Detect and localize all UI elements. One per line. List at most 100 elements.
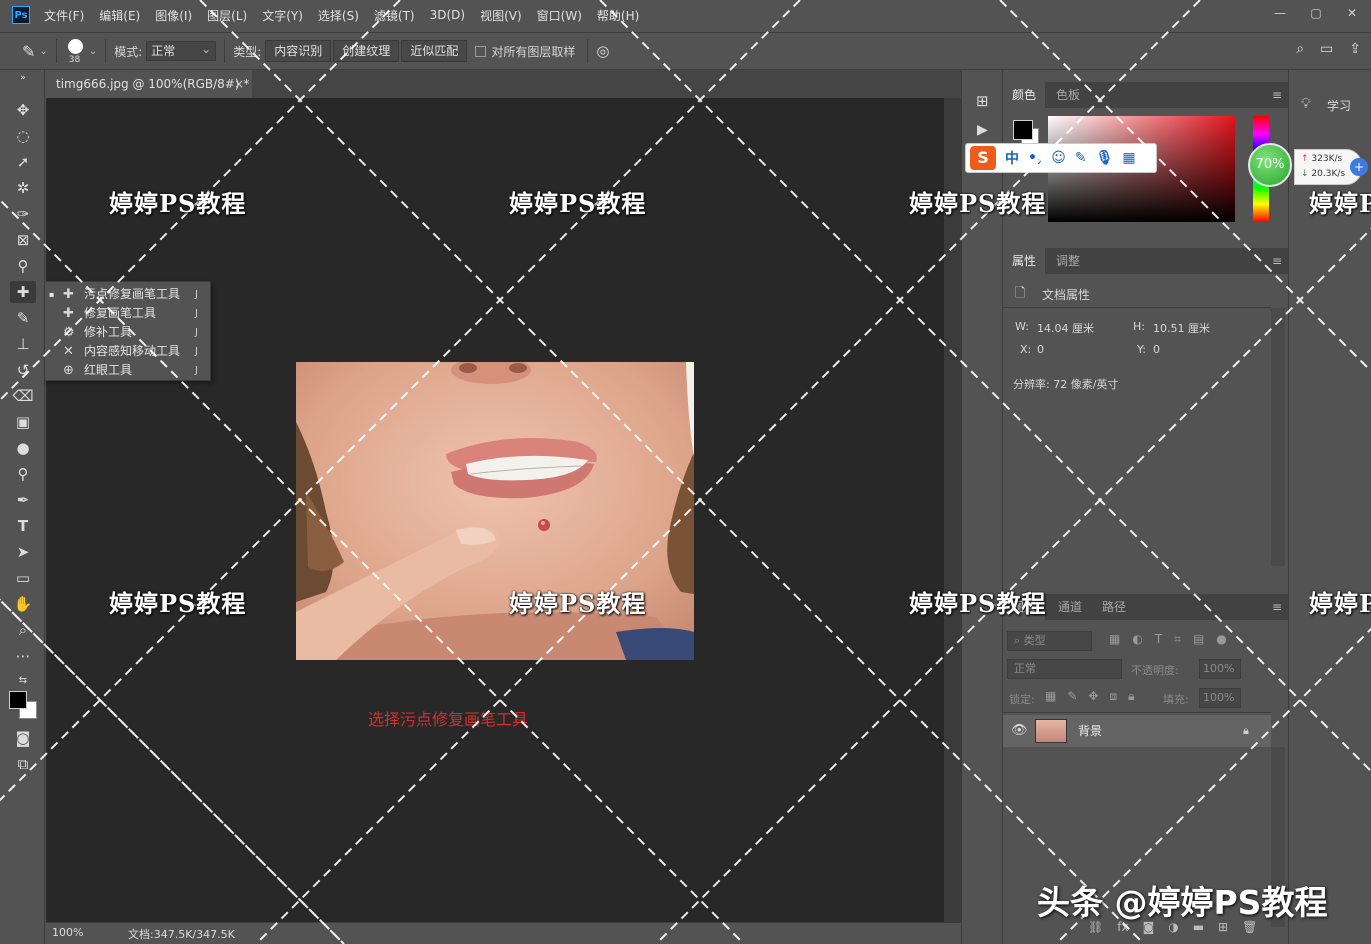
screen-mode-icon[interactable]: ⧉ bbox=[10, 753, 36, 775]
move-tool-icon[interactable]: ✥ bbox=[10, 99, 36, 121]
ime-logo[interactable]: S bbox=[970, 146, 996, 170]
frame-tool-icon[interactable]: ⊠ bbox=[10, 229, 36, 251]
filter-toggle-icon[interactable]: ● bbox=[1216, 632, 1226, 647]
tab-properties[interactable]: 属性 bbox=[1003, 248, 1046, 274]
stamp-tool-icon[interactable]: ⊥ bbox=[10, 333, 36, 355]
layer-filter-select[interactable]: ⌕ 类型 bbox=[1007, 631, 1092, 651]
learn-label[interactable]: 学习 bbox=[1327, 97, 1351, 114]
mode-select[interactable]: 正常 bbox=[146, 40, 217, 61]
healing-brush-tool-icon[interactable]: ✚ bbox=[10, 281, 36, 303]
blend-mode-select[interactable]: 正常 bbox=[1007, 659, 1122, 679]
network-plus-icon[interactable]: + bbox=[1350, 158, 1368, 176]
close-tab-icon[interactable]: × bbox=[234, 70, 244, 98]
ime-toolbox-icon[interactable]: ▦ bbox=[1122, 150, 1135, 166]
ime-emoji-icon[interactable]: ☺ bbox=[1051, 150, 1066, 166]
learn-icon[interactable]: 💡︎ bbox=[1301, 96, 1311, 112]
blur-tool-icon[interactable]: ● bbox=[10, 437, 36, 459]
tab-paths[interactable]: 路径 bbox=[1093, 594, 1135, 620]
zoom-tool-icon[interactable]: ⌕ bbox=[10, 619, 36, 641]
type-content-aware-button[interactable]: 内容识别 bbox=[265, 40, 332, 62]
visibility-eye-icon[interactable]: 👁︎ bbox=[1011, 715, 1028, 747]
toolbar-collapse-icon[interactable]: » bbox=[10, 72, 36, 84]
ime-language-toggle[interactable]: 中 bbox=[1005, 148, 1019, 168]
marquee-tool-icon[interactable]: ◌ bbox=[10, 125, 36, 147]
menu-file[interactable]: 文件(F) bbox=[44, 7, 84, 24]
quick-mask-icon[interactable]: ◙ bbox=[10, 727, 36, 749]
pen-tool-icon[interactable]: ✒ bbox=[10, 489, 36, 511]
layers-panel-menu-icon[interactable]: ≡ bbox=[1272, 594, 1282, 620]
swap-colors-icon[interactable]: ⇆ bbox=[10, 670, 36, 692]
gradient-tool-icon[interactable]: ▣ bbox=[10, 411, 36, 433]
fill-input[interactable]: 100% bbox=[1199, 688, 1241, 708]
sample-all-layers-checkbox[interactable] bbox=[475, 45, 487, 57]
share-icon[interactable]: ⇪ bbox=[1349, 41, 1361, 57]
type-create-texture-button[interactable]: 创建纹理 bbox=[333, 40, 400, 62]
color-panel-menu-icon[interactable]: ≡ bbox=[1272, 82, 1282, 108]
menu-3d[interactable]: 3D(D) bbox=[430, 8, 465, 22]
flyout-red-eye-tool[interactable]: ⊕ 红眼工具 J bbox=[45, 361, 210, 380]
menu-help[interactable]: 帮助(H) bbox=[597, 7, 639, 24]
minimize-button[interactable]: — bbox=[1269, 4, 1291, 22]
menu-filter[interactable]: 滤镜(T) bbox=[374, 7, 415, 24]
pressure-size-icon[interactable]: ◎ bbox=[596, 42, 609, 60]
width-value[interactable]: 14.04 厘米 bbox=[1037, 320, 1094, 336]
lasso-tool-icon[interactable]: ➚ bbox=[10, 151, 36, 173]
ime-punctuation-icon[interactable]: •, bbox=[1028, 150, 1042, 166]
eraser-tool-icon[interactable]: ⌫ bbox=[10, 385, 36, 407]
lock-artboard-icon[interactable]: ⧈ bbox=[1109, 689, 1117, 704]
tool-preset-chevron-icon[interactable]: ⌄ bbox=[39, 46, 47, 57]
menu-edit[interactable]: 编辑(E) bbox=[99, 7, 140, 24]
height-value[interactable]: 10.51 厘米 bbox=[1153, 320, 1210, 336]
menu-type[interactable]: 文字(Y) bbox=[262, 7, 303, 24]
ime-handwrite-icon[interactable]: ✎ bbox=[1075, 150, 1087, 166]
lock-all-icon[interactable]: 🔒︎ bbox=[1128, 689, 1134, 704]
quick-select-icon[interactable]: ✑ bbox=[10, 203, 36, 225]
adjustment-filter-icon[interactable]: ◐ bbox=[1132, 632, 1142, 647]
flyout-healing-brush[interactable]: ✚ 修复画笔工具 J bbox=[45, 304, 210, 323]
magic-wand-tool-icon[interactable]: ✲ bbox=[10, 177, 36, 199]
foreground-color-swatch[interactable] bbox=[9, 691, 27, 709]
document-tab[interactable]: timg666.jpg @ 100%(RGB/8#) * × bbox=[46, 70, 252, 98]
brush-picker-chevron-icon[interactable]: ⌄ bbox=[89, 46, 97, 57]
history-brush-icon[interactable]: ↺ bbox=[10, 359, 36, 381]
maximize-button[interactable]: ▢ bbox=[1305, 4, 1327, 22]
lock-pixels-icon[interactable]: ✎ bbox=[1067, 689, 1077, 704]
lock-position-icon[interactable]: ✥ bbox=[1088, 689, 1098, 704]
color-panel-fg-swatch[interactable] bbox=[1013, 120, 1033, 140]
menu-select[interactable]: 选择(S) bbox=[318, 7, 359, 24]
type-tool-icon[interactable]: T bbox=[10, 515, 36, 537]
eyedropper-tool-icon[interactable]: ⚲ bbox=[10, 255, 36, 277]
zoom-field[interactable]: 100% bbox=[52, 926, 83, 939]
actions-play-icon[interactable]: ▶ bbox=[977, 122, 988, 138]
dodge-tool-icon[interactable]: ⚲ bbox=[10, 463, 36, 485]
search-icon[interactable]: ⌕ bbox=[1296, 41, 1304, 57]
tab-color[interactable]: 颜色 bbox=[1003, 82, 1046, 108]
properties-scrollbar[interactable] bbox=[1271, 308, 1285, 566]
brush-tool-icon[interactable]: ✎ bbox=[10, 307, 36, 329]
menu-layer[interactable]: 图层(L) bbox=[207, 7, 247, 24]
y-value[interactable]: 0 bbox=[1153, 343, 1160, 356]
lock-transparent-icon[interactable]: ▦ bbox=[1045, 689, 1056, 704]
rectangle-tool-icon[interactable]: ▭ bbox=[10, 567, 36, 589]
text-filter-icon[interactable]: T bbox=[1155, 632, 1162, 647]
tab-channels[interactable]: 通道 bbox=[1049, 594, 1091, 620]
close-window-button[interactable]: ✕ bbox=[1341, 4, 1363, 22]
menu-window[interactable]: 窗口(W) bbox=[537, 7, 582, 24]
vertical-scrollbar[interactable] bbox=[944, 98, 961, 922]
layer-row-background[interactable]: 👁︎ 背景 🔒︎ bbox=[1003, 715, 1271, 747]
hand-tool-icon[interactable]: ✋ bbox=[10, 593, 36, 615]
network-usage-ball[interactable]: 70% bbox=[1248, 143, 1292, 187]
ime-voice-icon[interactable]: 🎙︎ bbox=[1096, 150, 1114, 166]
x-value[interactable]: 0 bbox=[1037, 343, 1044, 356]
type-proximity-match-button[interactable]: 近似匹配 bbox=[401, 40, 468, 62]
brush-picker[interactable]: 38 bbox=[65, 36, 87, 66]
pixel-filter-icon[interactable]: ▦ bbox=[1109, 632, 1120, 647]
flyout-spot-healing-brush[interactable]: ▪ ✚ 污点修复画笔工具 J bbox=[45, 285, 210, 304]
flyout-content-aware-move[interactable]: ✕ 内容感知移动工具 J bbox=[45, 342, 210, 361]
tab-swatches[interactable]: 色板 bbox=[1047, 82, 1089, 108]
properties-panel-menu-icon[interactable]: ≡ bbox=[1272, 248, 1282, 274]
more-tools-icon[interactable]: ⋯ bbox=[10, 645, 36, 667]
flyout-patch-tool[interactable]: ⚙ 修补工具 J bbox=[45, 323, 210, 342]
tab-adjustments[interactable]: 调整 bbox=[1047, 248, 1089, 274]
menu-image[interactable]: 图像(I) bbox=[155, 7, 192, 24]
